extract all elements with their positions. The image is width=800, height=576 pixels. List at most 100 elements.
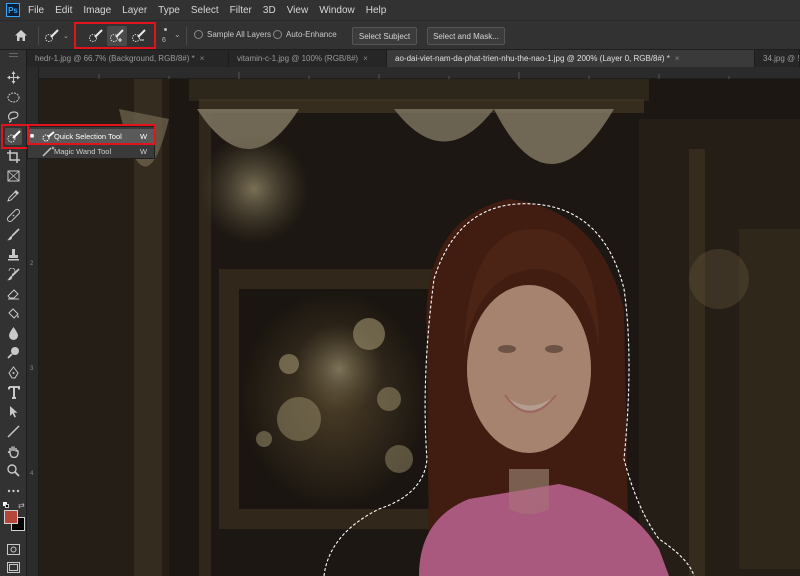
clone-stamp-tool[interactable] [5,246,22,263]
photoshop-logo: Ps [6,3,20,17]
horizontal-ruler [39,67,800,80]
tab-label: ao-dai-viet-nam-da-phat-trien-nhu-the-na… [395,54,670,63]
close-icon[interactable]: × [363,54,368,63]
brush-dot-icon [164,28,167,31]
move-tool[interactable] [5,69,22,86]
type-tool[interactable] [5,384,22,401]
menu-view[interactable]: View [287,5,309,16]
flyout-item-label: Magic Wand Tool [54,147,112,156]
options-bar: ⌄ 6 ⌄ Sample All Layers Auto-Enhance Sel… [0,20,800,50]
menu-layer[interactable]: Layer [122,5,147,16]
brush-add-icon [110,29,124,42]
menu-bar: Ps File Edit Image Layer Type Select Fil… [0,0,800,20]
menu-window[interactable]: Window [319,5,355,16]
line-tool[interactable] [5,423,22,440]
menu-type[interactable]: Type [158,5,180,16]
brush-size-value: 6 [162,37,166,44]
eraser-tool[interactable] [5,285,22,302]
ruler-mark: 2 [30,261,34,267]
frame-icon [7,170,20,181]
marquee-tool[interactable] [5,89,22,106]
healing-brush-tool[interactable] [5,207,22,224]
tab-ao-dai[interactable]: ao-dai-viet-nam-da-phat-trien-nhu-the-na… [387,50,755,67]
quick-mask-icon [7,544,20,555]
brush-tool[interactable] [5,226,22,243]
type-icon [7,386,20,399]
dodge-tool[interactable] [5,344,22,361]
tab-34[interactable]: 34.jpg @ 50% (RGB/ [755,50,800,67]
menu-3d[interactable]: 3D [263,5,276,16]
eraser-icon [7,289,19,300]
crop-tool[interactable] [5,148,22,165]
tab-label: vitamin-c-1.jpg @ 100% (RGB/8#) [237,54,359,63]
hand-tool[interactable] [5,443,22,460]
tool-highlight [1,124,29,149]
magic-wand-icon [42,146,55,157]
add-to-selection-mode-button[interactable] [107,26,127,46]
screen-mode-button[interactable] [5,559,22,576]
menu-help[interactable]: Help [366,5,387,16]
select-and-mask-button[interactable]: Select and Mask... [427,27,505,45]
close-icon[interactable]: × [200,54,205,63]
hand-icon [7,446,19,458]
bucket-icon [8,308,19,319]
menu-image[interactable]: Image [83,5,111,16]
close-icon[interactable]: × [675,54,680,63]
history-brush-icon [7,268,20,281]
elliptical-marquee-icon [7,92,20,103]
chevron-down-icon: ⌄ [63,33,69,40]
menu-file[interactable]: File [28,5,44,16]
ruler-mark: 4 [30,471,34,477]
brush-subtract-icon [132,29,146,42]
eyedropper-tool[interactable] [5,187,22,204]
default-colors-icon[interactable] [3,502,9,508]
tool-preset-picker[interactable]: ⌄ [44,27,72,45]
shortcut-key: W [140,147,148,156]
dodge-icon [7,347,19,359]
chevron-down-icon: ⌄ [174,30,181,39]
zoom-icon [7,464,20,477]
sample-all-layers-checkbox[interactable]: Sample All Layers [194,30,271,39]
new-selection-mode-button[interactable] [86,26,106,46]
tab-label: hedr-1.jpg @ 66.7% (Background, RGB/8#) … [35,54,195,63]
eyedropper-icon [7,190,19,202]
document-tabs: hedr-1.jpg @ 66.7% (Background, RGB/8#) … [27,50,800,67]
arrow-icon [10,406,18,418]
frame-tool[interactable] [5,167,22,184]
menu-edit[interactable]: Edit [55,5,72,16]
zoom-tool[interactable] [5,462,22,479]
edit-toolbar-button[interactable] [5,482,22,499]
select-subject-button[interactable]: Select Subject [352,27,417,45]
menu-select[interactable]: Select [191,5,219,16]
tab-vitamin[interactable]: vitamin-c-1.jpg @ 100% (RGB/8#) × [229,50,387,67]
auto-enhance-label: Auto-Enhance [286,30,337,39]
home-icon[interactable] [12,27,30,43]
ruler-mark: 3 [30,366,34,372]
subtract-from-selection-mode-button[interactable] [129,26,149,46]
move-icon [7,71,20,84]
blur-tool[interactable] [5,325,22,342]
brush-icon [7,228,20,241]
foreground-color-swatch[interactable] [4,510,18,524]
checkbox-icon [194,30,203,39]
path-selection-tool[interactable] [5,403,22,420]
screen-mode-icon [7,562,20,573]
menu-filter[interactable]: Filter [230,5,252,16]
lasso-tool[interactable] [5,108,22,125]
flyout-item-magic-wand[interactable]: Magic Wand Tool W [28,144,154,159]
checkbox-icon [273,30,282,39]
brush-size-picker[interactable]: 6 ⌄ [160,27,182,47]
pen-tool[interactable] [5,364,22,381]
paint-bucket-tool[interactable] [5,305,22,322]
line-icon [7,425,20,438]
more-icon [7,489,20,492]
tab-hedr[interactable]: hedr-1.jpg @ 66.7% (Background, RGB/8#) … [27,50,229,67]
quick-mask-button[interactable] [5,541,22,558]
divider [38,27,39,45]
auto-enhance-checkbox[interactable]: Auto-Enhance [273,30,337,39]
swap-colors-icon[interactable]: ⇄ [18,501,25,510]
history-brush-tool[interactable] [5,266,22,283]
lasso-icon [8,111,19,123]
crop-icon [7,150,20,163]
pen-icon [8,366,19,379]
